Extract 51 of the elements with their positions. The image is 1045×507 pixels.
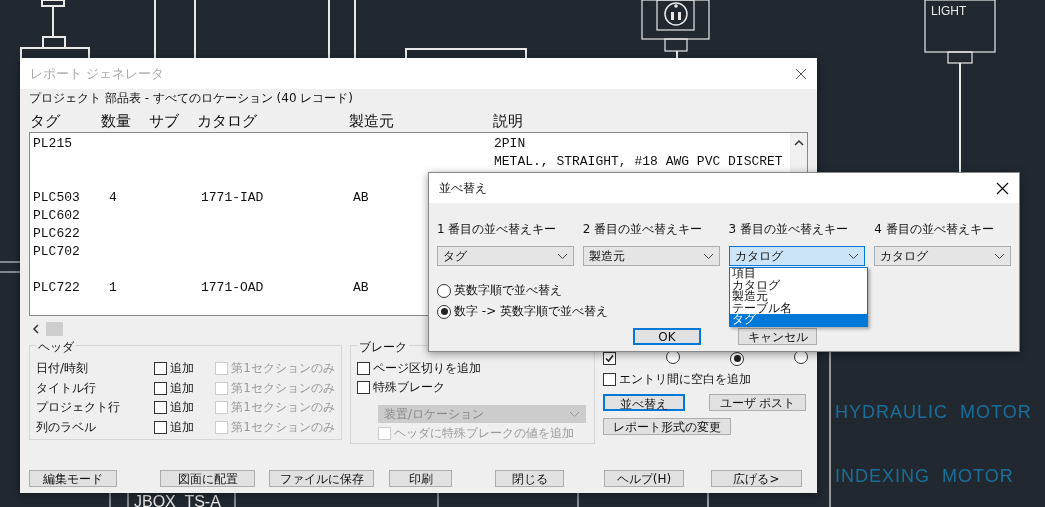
column-header: サブ xyxy=(149,111,180,131)
table-cell: METAL., STRAIGHT, #18 AWG PVC DISCRET xyxy=(494,153,783,171)
option-label: 列のラベル xyxy=(36,418,97,436)
table-cell: PL215 xyxy=(33,135,72,153)
checkbox-label: 第1セクションのみ xyxy=(231,418,335,436)
option-label: 日付/時刻 xyxy=(36,360,90,378)
drawing-label: LIGHT xyxy=(931,4,967,18)
drawing-label: INDEXING MOTOR xyxy=(835,466,1014,487)
table-cell: 1771-OAD xyxy=(201,279,264,297)
column-header: 製造元 xyxy=(349,111,395,131)
table-cell: 2PIN xyxy=(494,135,526,153)
table-cell: PLC722 xyxy=(33,279,80,297)
radio-label: 英数字順で並べ替え xyxy=(454,282,562,299)
group-title: ヘッダ xyxy=(36,339,76,356)
checkbox-label: 追加 xyxy=(169,360,194,378)
sort-key-label: 3 番目の並べ替えキー xyxy=(728,221,849,238)
checkbox-label: ヘッダに特殊ブレークの値を追加 xyxy=(394,425,574,442)
checkbox-label: 第1セクションのみ xyxy=(231,399,335,417)
sort-key-label: 2 番目の並べ替えキー xyxy=(582,221,704,238)
table-cell: PLC602 xyxy=(33,207,80,225)
table-cell: 4 xyxy=(109,189,117,207)
checkbox-label: 第1セクションのみ xyxy=(231,379,335,397)
table-cell: AB xyxy=(353,189,369,207)
table-cell: AB xyxy=(353,279,369,297)
report-subtitle: プロジェクト 部品表 - すべてのロケーション (40 レコード) xyxy=(29,90,355,107)
option-label: タイトル行 xyxy=(36,379,97,397)
table-cell: PLC622 xyxy=(33,225,80,243)
group-title: ブレーク xyxy=(357,339,409,356)
checkbox-label: エントリ間に空白を追加 xyxy=(619,371,751,388)
radio-label: 数字 -> 英数字順で並べ替え xyxy=(454,303,608,320)
checkbox-label: 追加 xyxy=(169,399,194,417)
column-header: 説明 xyxy=(493,111,524,131)
window-title: 並べ替え xyxy=(439,179,487,197)
column-header: カタログ xyxy=(197,111,258,131)
checkbox-label: 第1セクションのみ xyxy=(231,360,335,378)
checkbox-label: 特殊ブレーク xyxy=(373,379,445,396)
option-label: プロジェクト行 xyxy=(36,399,121,417)
window-title: レポート ジェネレータ xyxy=(30,64,165,83)
checkbox-label: 追加 xyxy=(169,379,194,397)
column-header: タグ xyxy=(30,111,61,131)
column-header: 数量 xyxy=(101,111,132,131)
table-cell: 1771-IAD xyxy=(201,189,264,207)
drawing-label: HYDRAULIC MOTOR xyxy=(835,402,1032,423)
checkbox-label: ページ区切りを追加 xyxy=(373,360,481,377)
table-cell: 1 xyxy=(109,279,117,297)
sort-key-label: 4 番目の並べ替えキー xyxy=(874,221,995,238)
drawing-label: JBOX TS-A xyxy=(134,493,221,507)
checkbox-label: 追加 xyxy=(169,418,194,436)
table-cell: PLC503 xyxy=(33,189,80,207)
table-cell: PLC702 xyxy=(33,243,80,261)
sort-key-label: 1 番目の並べ替えキー xyxy=(437,221,558,238)
